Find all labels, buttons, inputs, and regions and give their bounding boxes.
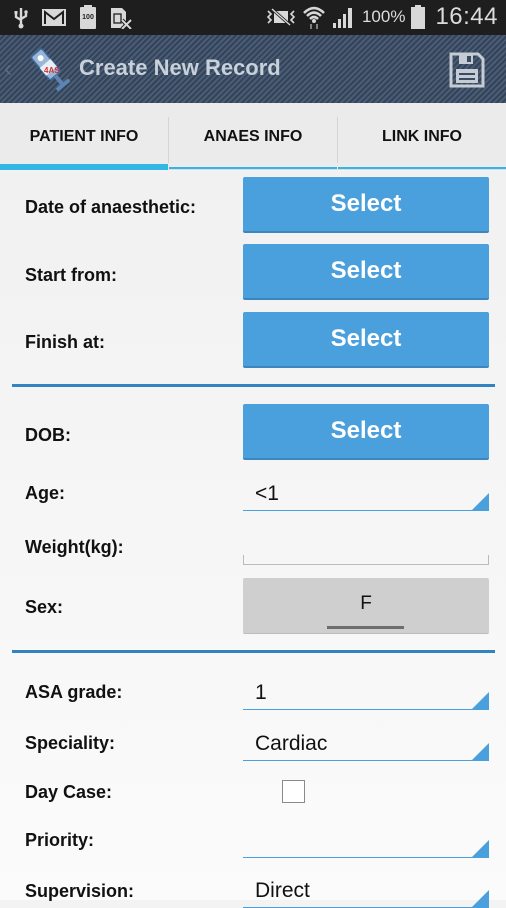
dropdown-triangle-icon xyxy=(472,840,489,857)
dropdown-triangle-icon xyxy=(472,493,489,510)
date-of-anaesthetic-label: Date of anaesthetic: xyxy=(25,197,197,217)
tab-indicator xyxy=(0,164,168,170)
tab-indicator xyxy=(338,167,506,169)
tab-label: PATIENT INFO xyxy=(29,127,139,145)
speciality-value: Cardiac xyxy=(255,732,328,755)
sim-card-x-icon xyxy=(111,7,132,29)
tab-label: LINK INFO xyxy=(382,127,462,145)
dob-label: DOB: xyxy=(25,425,71,445)
save-icon[interactable] xyxy=(448,51,486,89)
date-of-anaesthetic-select-button[interactable]: Select xyxy=(243,177,489,233)
dropdown-triangle-icon xyxy=(472,692,489,709)
age-spinner[interactable]: <1 xyxy=(243,479,489,511)
back-chevron-icon[interactable]: ‹ xyxy=(4,55,12,83)
battery-100-notification-icon: 100 xyxy=(80,4,96,29)
weight-label: Weight(kg): xyxy=(25,537,124,557)
tab-link-info[interactable]: LINK INFO xyxy=(338,103,506,170)
tab-anaes-info[interactable]: ANAES INFO xyxy=(169,103,337,170)
tab-label: ANAES INFO xyxy=(203,127,303,145)
priority-label: Priority: xyxy=(25,830,95,850)
section-divider xyxy=(12,650,495,653)
tab-indicator xyxy=(169,167,337,169)
usb-icon xyxy=(14,7,28,28)
day-case-label: Day Case: xyxy=(25,782,113,802)
vibrate-mute-icon xyxy=(266,7,296,27)
dropdown-triangle-icon xyxy=(472,890,489,907)
age-value: <1 xyxy=(255,482,279,505)
signal-icon xyxy=(332,8,352,28)
finish-at-label: Finish at: xyxy=(25,332,105,352)
priority-spinner[interactable] xyxy=(243,826,489,858)
app-logo-icon: 4AS xyxy=(30,48,71,92)
speciality-spinner[interactable]: Cardiac xyxy=(243,729,489,761)
dob-select-button[interactable]: Select xyxy=(243,404,489,460)
finish-at-select-button[interactable]: Select xyxy=(243,312,489,368)
page-title: Create New Record xyxy=(79,55,281,80)
toggle-indicator xyxy=(327,626,404,629)
battery-percent: 100% xyxy=(361,7,406,26)
supervision-label: Supervision: xyxy=(25,881,135,901)
supervision-spinner[interactable]: Direct xyxy=(243,876,489,908)
asa-grade-spinner[interactable]: 1 xyxy=(243,678,489,710)
sex-value: F xyxy=(360,592,372,614)
age-label: Age: xyxy=(25,483,65,503)
asa-grade-label: ASA grade: xyxy=(25,682,123,702)
action-bar: ‹ 4AS Create New Record xyxy=(0,35,506,103)
wifi-icon xyxy=(303,6,325,29)
dropdown-triangle-icon xyxy=(472,743,489,760)
start-from-label: Start from: xyxy=(25,265,118,285)
clock: 16:44 xyxy=(435,3,498,30)
supervision-value: Direct xyxy=(255,879,310,902)
sex-toggle-button[interactable]: F xyxy=(243,578,489,634)
tab-bar: PATIENT INFO ANAES INFO LINK INFO xyxy=(0,103,506,170)
gmail-icon xyxy=(42,9,66,26)
battery-icon xyxy=(411,5,426,29)
start-from-select-button[interactable]: Select xyxy=(243,244,489,300)
status-bar: 100 100% 16:44 xyxy=(0,0,506,35)
day-case-checkbox[interactable] xyxy=(282,780,305,803)
section-divider xyxy=(12,384,495,387)
patient-info-form: Date of anaesthetic: Select Start from: … xyxy=(0,171,506,908)
speciality-label: Speciality: xyxy=(25,733,116,753)
tab-patient-info[interactable]: PATIENT INFO xyxy=(0,103,168,170)
sex-label: Sex: xyxy=(25,597,64,617)
asa-grade-value: 1 xyxy=(255,681,267,704)
app-logo-text: 4AS xyxy=(44,66,60,75)
weight-input[interactable] xyxy=(243,555,489,565)
